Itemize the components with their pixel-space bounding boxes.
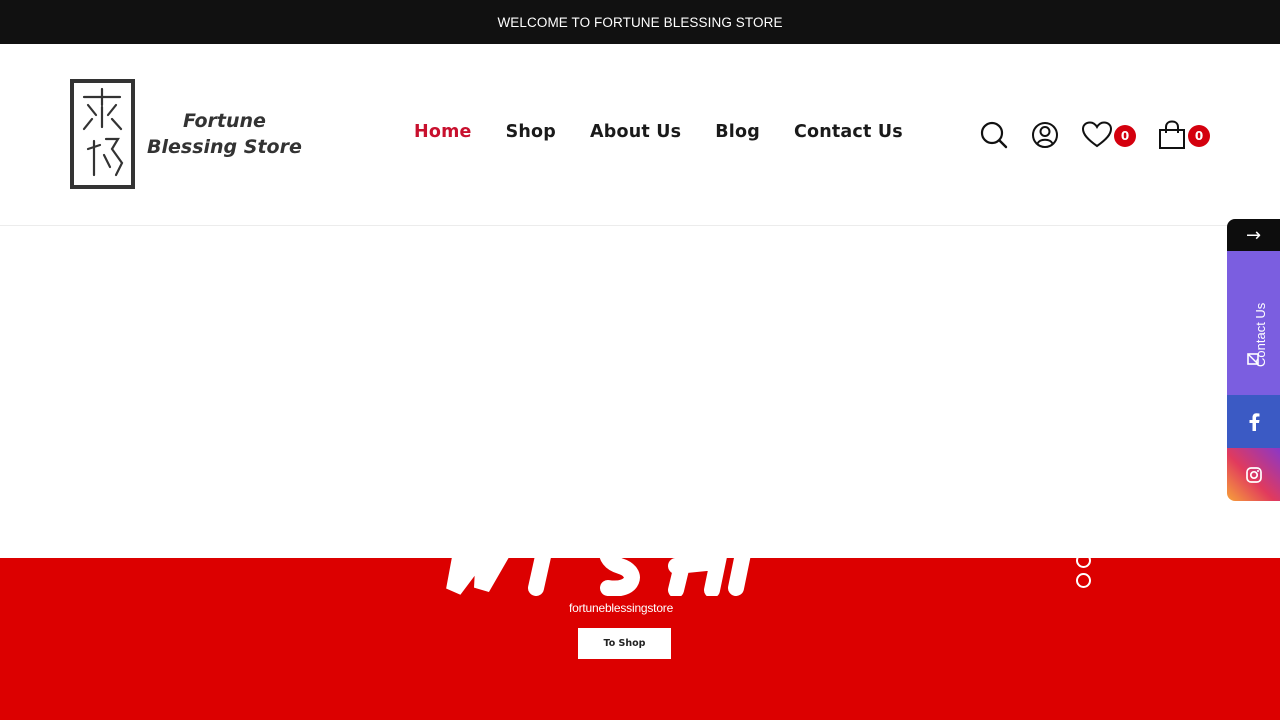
account-button[interactable] <box>1031 120 1059 154</box>
announcement-text: WELCOME TO FORTUNE BLESSING STORE <box>497 14 783 30</box>
nav-home[interactable]: Home <box>414 122 472 142</box>
facebook-link[interactable] <box>1227 395 1280 448</box>
to-shop-button[interactable]: To Shop <box>578 628 671 659</box>
wishlist-count-badge: 0 <box>1114 125 1136 147</box>
logo-line-1: Fortune <box>182 110 266 132</box>
wishlist-button[interactable]: 0 <box>1081 120 1136 154</box>
nav-about-us[interactable]: About Us <box>590 122 681 142</box>
logo-line-2: Blessing Store <box>147 136 302 158</box>
facebook-icon <box>1249 412 1259 431</box>
heart-icon <box>1081 121 1113 148</box>
nav-shop[interactable]: Shop <box>506 122 556 142</box>
search-icon <box>980 121 1008 149</box>
nav-blog[interactable]: Blog <box>715 122 760 142</box>
logo-seal-icon <box>70 79 135 189</box>
contact-us-tab[interactable]: Contact Us <box>1227 251 1280 395</box>
cart-button[interactable]: 0 <box>1157 120 1210 154</box>
nav-contact-us[interactable]: Contact Us <box>794 122 903 142</box>
hero-script-lettering <box>446 558 751 596</box>
logo-wordmark: Fortune Blessing Store <box>147 108 302 160</box>
shopping-bag-icon <box>1159 120 1185 149</box>
main-nav: Home Shop About Us Blog Contact Us <box>414 122 937 142</box>
site-header: Fortune Blessing Store Home Shop About U… <box>0 44 1280 226</box>
site-logo[interactable]: Fortune Blessing Store <box>70 79 302 189</box>
instagram-icon <box>1245 466 1262 483</box>
slider-dot-2[interactable] <box>1076 573 1091 588</box>
instagram-link[interactable] <box>1227 448 1280 501</box>
hero-image-area <box>0 227 1280 558</box>
user-icon <box>1032 122 1058 148</box>
hero-subtitle: fortuneblessingstore <box>569 601 674 615</box>
search-button[interactable] <box>980 120 1008 154</box>
mail-icon <box>1247 353 1259 365</box>
collapse-panel-button[interactable]: → <box>1227 219 1280 251</box>
hero-banner: fortuneblessingstore To Shop <box>0 558 1280 720</box>
announcement-bar: WELCOME TO FORTUNE BLESSING STORE <box>0 0 1280 44</box>
cart-count-badge: 0 <box>1188 125 1210 147</box>
slider-dot-1[interactable] <box>1076 558 1091 568</box>
arrow-right-icon: → <box>1245 224 1262 246</box>
